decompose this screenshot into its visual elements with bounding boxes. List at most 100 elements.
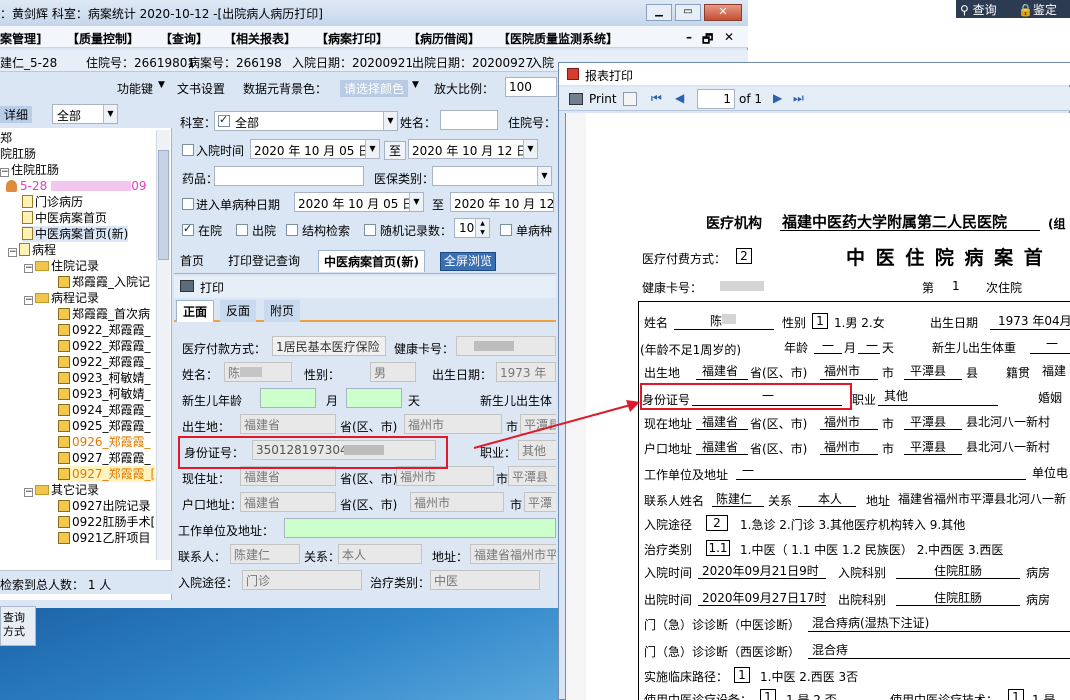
tree-item[interactable]: 0927_郑霞霞_ xyxy=(58,450,151,466)
admit-date-from[interactable]: 2020 年 10 月 05 日 ▼ xyxy=(250,139,380,159)
addr-city-input[interactable] xyxy=(396,466,494,486)
tab-print-register[interactable]: 打印登记查询 xyxy=(228,250,300,272)
lock-button[interactable]: 🔒鉴定 xyxy=(1018,1,1057,18)
tab-tcm-record[interactable]: 中医病案首页(新) xyxy=(318,250,425,272)
hukou-county-input[interactable] xyxy=(524,492,556,512)
menu-item[interactable]: 【医院质量监测系统】 xyxy=(498,30,618,47)
tree-item[interactable]: 郑霞霞_首次病 xyxy=(58,306,150,322)
zoom-input[interactable] xyxy=(505,77,557,97)
calendar-dropdown-icon[interactable]: ▼ xyxy=(409,193,423,211)
sex-input[interactable] xyxy=(370,362,416,382)
tree-item[interactable]: 0927出院记录 xyxy=(58,498,151,514)
menu-item[interactable]: 【查询】 xyxy=(160,30,208,47)
treat-type-input[interactable] xyxy=(430,570,540,590)
pay-input[interactable] xyxy=(272,336,386,356)
hukou-prov-input[interactable] xyxy=(240,492,336,512)
random-count-input[interactable]: 10 ▲ ▼ xyxy=(454,218,490,238)
calendar-dropdown-icon[interactable]: ▼ xyxy=(523,140,537,158)
filter-dropdown-icon[interactable]: ▼ xyxy=(103,105,117,123)
admit-time-checkbox[interactable] xyxy=(182,144,194,156)
in-hospital-checkbox[interactable] xyxy=(182,222,194,236)
dept-checkbox[interactable] xyxy=(218,113,230,127)
scroll-thumb[interactable] xyxy=(158,150,169,260)
newborn-day-input[interactable] xyxy=(346,388,402,408)
tree-item[interactable]: 0925_郑霞霞_ xyxy=(58,418,151,434)
tree-item[interactable]: 中医病案首页(新) xyxy=(22,226,129,242)
newborn-month-input[interactable] xyxy=(260,388,316,408)
menu-restore-icon[interactable]: 🗗 xyxy=(702,30,713,51)
admit-path-input[interactable] xyxy=(242,570,362,590)
minimize-button[interactable]: ▁ xyxy=(646,4,672,21)
print-button[interactable]: 打印 xyxy=(200,279,224,296)
menu-item[interactable]: 【病历借阅】 xyxy=(408,30,480,47)
doc-print-button[interactable]: 文书设置 xyxy=(177,80,225,97)
work-input[interactable] xyxy=(284,518,556,538)
tree-item[interactable]: − 其它记录 xyxy=(24,482,99,498)
next-page-icon[interactable]: ▶ xyxy=(773,91,782,105)
dept-dropdown-icon[interactable]: ▼ xyxy=(383,112,397,130)
birthplace-prov-input[interactable] xyxy=(240,414,336,434)
print-button[interactable]: Print xyxy=(589,92,617,106)
hukou-city-input[interactable] xyxy=(410,492,504,512)
admit-date-to[interactable]: 2020 年 10 月 12 日 ▼ xyxy=(408,139,538,159)
menu-minimize-icon[interactable]: – xyxy=(686,30,692,44)
function-key-dropdown-icon[interactable]: ▼ xyxy=(158,80,165,90)
menu-item[interactable]: 【质量控制】 xyxy=(67,30,139,47)
tab-back[interactable]: 反面 xyxy=(220,300,257,322)
tree-item[interactable]: 院肛肠 xyxy=(0,146,36,162)
detail-tab[interactable]: 详细 xyxy=(0,106,33,123)
tree-item[interactable]: 0922_郑霞霞_ xyxy=(58,322,151,338)
tree-item[interactable]: 0927_郑霞霞_[ xyxy=(58,466,156,482)
spin-icon[interactable]: ▲ ▼ xyxy=(475,219,489,237)
color-dropdown-icon[interactable]: ▼ xyxy=(412,80,419,90)
page-input[interactable] xyxy=(697,89,735,109)
struct-search-checkbox[interactable] xyxy=(286,224,298,236)
disease-date-from[interactable]: 2020 年 10 月 05 日 ▼ xyxy=(294,192,424,212)
single-disease-checkbox[interactable] xyxy=(500,224,512,236)
tree-item[interactable]: 5-28 09 xyxy=(6,178,147,194)
tree-item[interactable]: 0923_柯敏婧_ xyxy=(58,370,151,386)
insurance-select[interactable]: ▼ xyxy=(432,166,552,186)
tree-item[interactable]: 0924_郑霞霞_ xyxy=(58,402,151,418)
tree-item[interactable]: 中医病案首页 xyxy=(22,210,107,226)
menu-item[interactable]: 【病案打印】 xyxy=(316,30,388,47)
tree-item[interactable]: 0922肛肠手术[ xyxy=(58,514,155,530)
drug-input[interactable] xyxy=(214,166,364,186)
insurance-dropdown-icon[interactable]: ▼ xyxy=(537,167,551,185)
printer-icon[interactable] xyxy=(569,93,583,105)
out-hospital-checkbox[interactable] xyxy=(236,224,248,236)
tree-item[interactable]: 0923_柯敏婧_ xyxy=(58,386,151,402)
tree-scrollbar[interactable] xyxy=(156,130,170,560)
relation-input[interactable] xyxy=(338,544,422,564)
tree-item[interactable]: 0926_郑霞霞_ xyxy=(58,434,151,450)
tree-item[interactable]: 0921乙肝项目 xyxy=(58,530,151,546)
random-checkbox[interactable] xyxy=(364,224,376,236)
birth-input[interactable] xyxy=(496,362,556,382)
prev-page-icon[interactable]: ◀ xyxy=(675,91,684,105)
page-setup-icon[interactable] xyxy=(623,92,637,106)
name-input[interactable] xyxy=(440,110,498,130)
addr-prov-input[interactable] xyxy=(240,466,336,486)
printer-icon[interactable] xyxy=(180,280,194,292)
last-page-icon[interactable]: ⏭ xyxy=(793,91,804,106)
tree-item[interactable]: − 住院肛肠 xyxy=(0,162,59,178)
tab-front[interactable]: 正面 xyxy=(176,300,215,322)
tree-item[interactable]: − 病程 xyxy=(8,242,56,258)
addr-county-input[interactable] xyxy=(508,466,556,486)
fullscreen-button[interactable]: 全屏浏览 xyxy=(440,252,497,271)
filter-select[interactable]: 全部 ▼ xyxy=(52,104,118,124)
tree-item[interactable]: 门诊病历 xyxy=(22,194,83,210)
close-button[interactable]: ✕ xyxy=(704,4,742,21)
tree-item[interactable]: 郑霞霞_入院记 xyxy=(58,274,150,290)
menu-item[interactable]: 案管理] xyxy=(0,30,42,47)
function-key-button[interactable]: 功能键 xyxy=(117,80,153,97)
tab-home[interactable]: 首页 xyxy=(180,250,204,272)
disease-date-to[interactable]: 2020 年 10 月 12 xyxy=(450,192,554,212)
menu-close-icon[interactable]: ✕ xyxy=(724,30,734,44)
first-page-icon[interactable]: ⏮ xyxy=(651,91,662,106)
tree-item[interactable]: − 住院记录 xyxy=(24,258,99,274)
menu-item[interactable]: 【相关报表】 xyxy=(224,30,296,47)
tab-attachment[interactable]: 附页 xyxy=(264,300,301,322)
dept-select[interactable]: 全部 ▼ xyxy=(214,111,398,131)
tree-item[interactable]: 0922_郑霞霞_ xyxy=(58,354,151,370)
